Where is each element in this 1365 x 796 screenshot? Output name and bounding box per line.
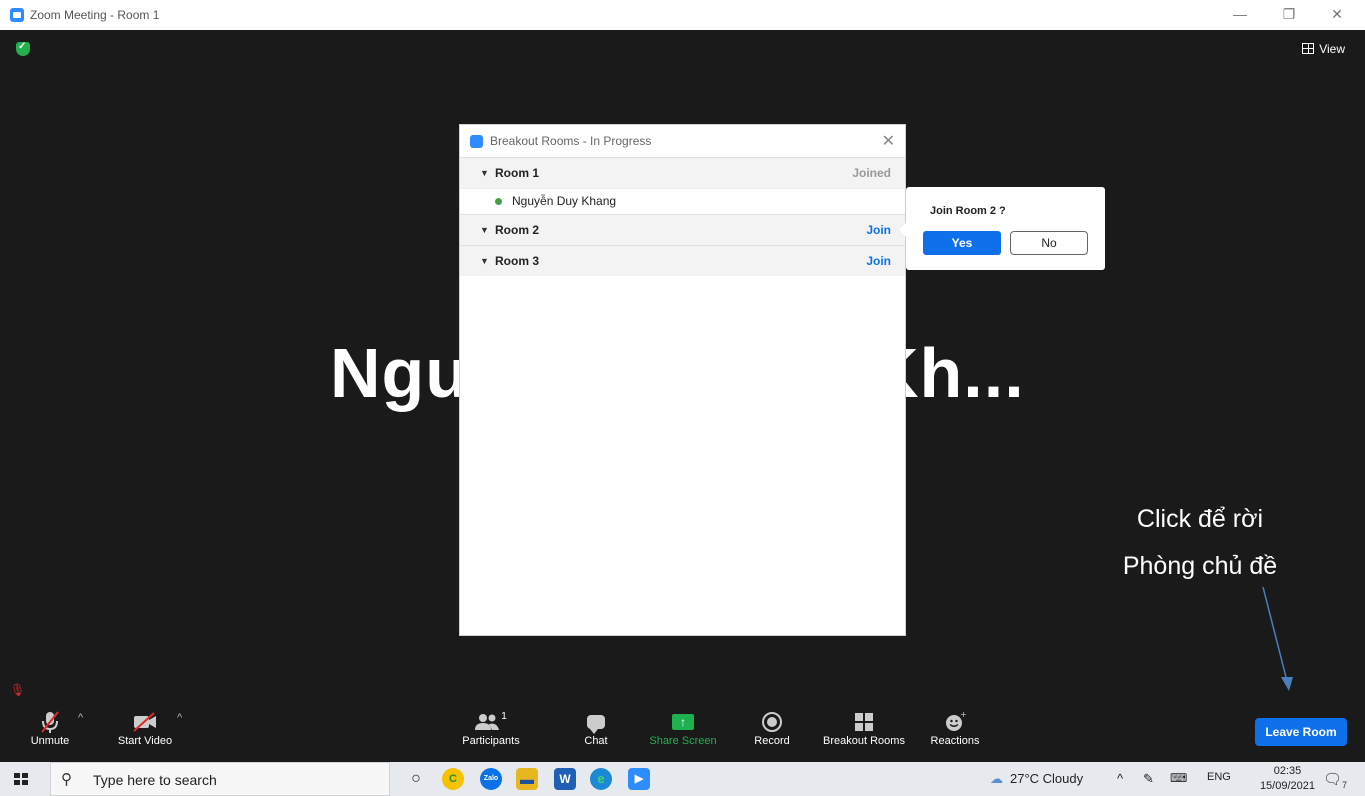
muted-microphone-icon — [22, 708, 78, 734]
online-status-icon — [495, 198, 502, 205]
zoom-app-icon — [10, 8, 24, 22]
chevron-down-icon[interactable]: ▼ — [480, 225, 489, 235]
file-explorer-icon[interactable]: ▬ — [516, 768, 538, 790]
share-screen-button[interactable]: ↑ Share Screen — [647, 708, 719, 747]
word-icon[interactable]: W — [554, 768, 576, 790]
annotation-line-2: Phòng chủ đề — [1122, 552, 1278, 580]
security-shield-icon[interactable] — [16, 41, 30, 56]
cortana-icon[interactable]: ○ — [405, 768, 427, 790]
window-titlebar: Zoom Meeting - Room 1 — ❐ ✕ — [0, 0, 1365, 31]
grid-view-icon — [1302, 43, 1315, 54]
edge-browser-icon[interactable]: e — [590, 768, 612, 790]
video-off-icon — [110, 708, 180, 734]
search-icon: ⚲ — [61, 771, 72, 788]
participants-button[interactable]: 1 Participants — [458, 708, 524, 747]
room-row-1[interactable]: ▼ Room 1 Joined — [460, 157, 905, 188]
breakout-rooms-button[interactable]: Breakout Rooms — [818, 708, 910, 747]
chat-button[interactable]: Chat — [578, 708, 614, 747]
join-room-2-link[interactable]: Join — [866, 223, 891, 237]
unmute-button[interactable]: Unmute — [22, 708, 78, 747]
notification-icon[interactable]: 🗨7 — [1323, 770, 1347, 790]
room-row-2[interactable]: ▼ Room 2 Join — [460, 214, 905, 245]
breakout-rooms-label: Breakout Rooms — [823, 735, 905, 747]
participants-label: Participants — [462, 735, 520, 747]
zalo-icon[interactable]: Zalo — [480, 768, 502, 790]
record-icon — [762, 712, 782, 733]
start-video-label: Start Video — [117, 735, 173, 747]
weather-cloud-icon: ☁ — [990, 771, 1003, 786]
keyboard-icon[interactable]: ⌨ — [1170, 771, 1187, 785]
taskbar-search-box[interactable]: ⚲ Type here to search — [50, 762, 390, 796]
restore-button[interactable]: ❐ — [1279, 6, 1299, 23]
smiley-icon: + — [928, 708, 982, 734]
room-name: Room 3 — [495, 254, 540, 268]
breakout-icon-wrap — [818, 708, 910, 734]
annotation-text: Click để rời Phòng chủ đề — [1070, 496, 1330, 590]
chat-label: Chat — [584, 735, 608, 747]
join-room-confirm-popup: Join Room 2 ? Yes No — [899, 187, 1105, 270]
breakout-rooms-icon — [855, 713, 873, 732]
start-video-button[interactable]: Start Video — [110, 708, 180, 747]
record-button[interactable]: Record — [752, 708, 792, 747]
window-title: Zoom Meeting - Room 1 — [30, 8, 160, 22]
notification-count: 7 — [1341, 780, 1347, 790]
chat-icon — [587, 715, 605, 735]
zoom-taskbar-icon[interactable]: ▶ — [628, 768, 650, 790]
clock-time: 02:35 — [1273, 765, 1302, 777]
room-member: Nguyễn Duy Khang — [460, 188, 905, 214]
breakout-rooms-dialog: Breakout Rooms - In Progress ✕ ▼ Room 1 … — [459, 124, 906, 636]
chevron-up-icon[interactable]: ^ — [1117, 771, 1123, 786]
room-status-joined: Joined — [852, 166, 891, 180]
annotation-line-1: Click để rời — [1136, 505, 1264, 533]
audio-options-chevron-icon[interactable]: ^ — [78, 712, 83, 724]
close-window-button[interactable]: ✕ — [1327, 6, 1347, 23]
language-indicator[interactable]: ENG — [1207, 771, 1231, 783]
close-icon[interactable]: ✕ — [882, 131, 895, 151]
join-room-3-link[interactable]: Join — [866, 254, 891, 268]
annotation-arrow-icon — [1262, 586, 1293, 691]
meeting-toolbar: Unmute ^ Start Video ^ 1 Participants Ch… — [0, 700, 1365, 762]
room-row-3[interactable]: ▼ Room 3 Join — [460, 245, 905, 276]
video-options-chevron-icon[interactable]: ^ — [177, 712, 182, 724]
dialog-header: Breakout Rooms - In Progress ✕ — [460, 125, 905, 157]
zoom-app-icon — [470, 135, 483, 148]
windows-taskbar: ⚲ Type here to search ○ C Zalo ▬ W e ▶ ☁… — [0, 762, 1365, 796]
share-icon-wrap: ↑ — [647, 708, 719, 734]
participants-icon: 1 — [458, 708, 524, 734]
search-placeholder: Type here to search — [93, 772, 217, 788]
coc-coc-browser-icon[interactable]: C — [442, 768, 464, 790]
taskbar-clock[interactable]: 02:35 15/09/2021 — [1260, 764, 1315, 794]
svg-text:+: + — [960, 711, 966, 719]
no-button[interactable]: No — [1010, 231, 1088, 255]
chat-icon-wrap — [578, 708, 614, 735]
muted-mic-indicator-icon: 🎙 — [10, 683, 26, 697]
share-screen-icon: ↑ — [672, 714, 694, 731]
unmute-label: Unmute — [30, 735, 70, 747]
dialog-title: Breakout Rooms - In Progress — [490, 134, 652, 148]
record-icon-wrap — [752, 708, 792, 734]
share-screen-label: Share Screen — [649, 735, 717, 747]
leave-room-button[interactable]: Leave Room — [1255, 718, 1347, 746]
room-name: Room 1 — [495, 166, 540, 180]
windows-start-icon[interactable] — [14, 773, 28, 785]
reactions-button[interactable]: + Reactions — [928, 708, 982, 747]
weather-text[interactable]: 27°C Cloudy — [1010, 771, 1083, 786]
participants-count: 1 — [501, 711, 507, 722]
minimize-button[interactable]: — — [1230, 6, 1250, 22]
view-label: View — [1319, 42, 1345, 56]
confirm-text: Join Room 2 ? — [930, 205, 1006, 217]
view-button[interactable]: View — [1302, 42, 1345, 56]
pen-icon[interactable]: ✎ — [1143, 771, 1154, 787]
participant-name-left: Ngu — [330, 334, 470, 412]
chevron-down-icon[interactable]: ▼ — [480, 256, 489, 266]
member-name: Nguyễn Duy Khang — [512, 194, 617, 208]
record-label: Record — [754, 735, 790, 747]
reactions-label: Reactions — [930, 735, 980, 747]
room-name: Room 2 — [495, 223, 540, 237]
clock-date: 15/09/2021 — [1259, 780, 1315, 792]
yes-button[interactable]: Yes — [923, 231, 1001, 255]
chevron-down-icon[interactable]: ▼ — [480, 168, 489, 178]
